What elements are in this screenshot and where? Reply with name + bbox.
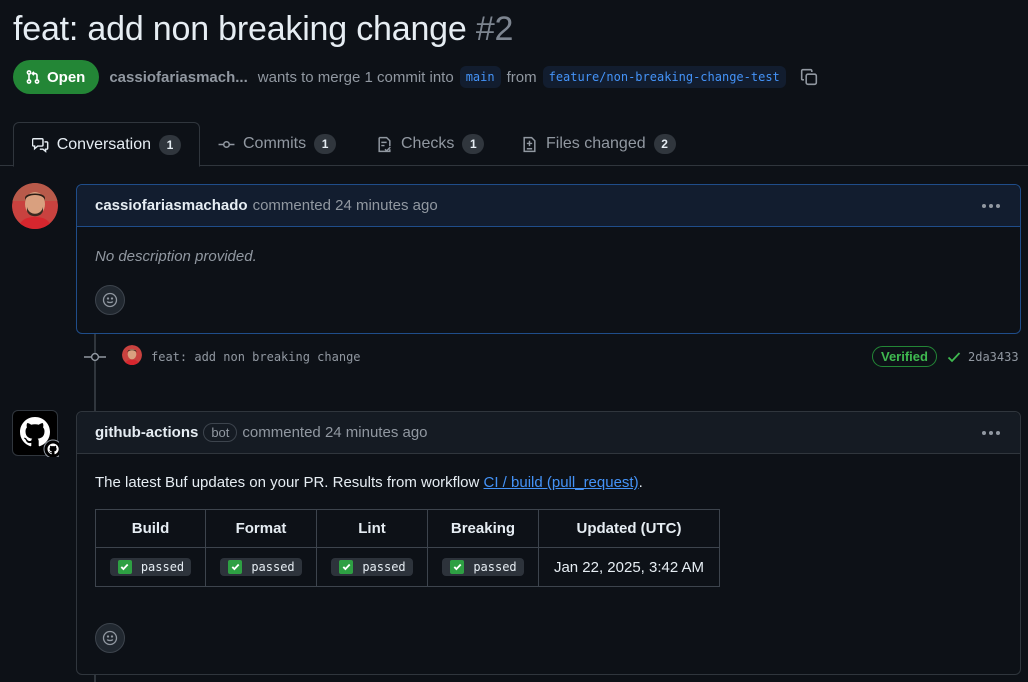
pr-tabs: Conversation 1 Commits 1 Checks 1 Files … (0, 122, 1028, 167)
table-cell: passed (95, 547, 206, 587)
table-header: Build (95, 509, 206, 548)
copy-icon[interactable] (800, 68, 818, 86)
add-reaction-button[interactable] (95, 623, 125, 653)
status-chip: passed (109, 557, 192, 576)
comment-header: github-actions bot commented 24 minutes … (77, 412, 1020, 454)
check-icon[interactable] (946, 349, 962, 365)
comment-meta[interactable]: commented 24 minutes ago (253, 197, 438, 214)
tab-commits[interactable]: Commits 1 (200, 122, 354, 166)
updated-cell: Jan 22, 2025, 3:42 AM (538, 547, 720, 587)
table-cell: passed (205, 547, 317, 587)
table-cell: passed (316, 547, 428, 587)
comment-body-text: The latest Buf updates on your PR. Resul… (95, 474, 1002, 491)
comment-discussion-icon (32, 138, 49, 153)
bot-label: bot (203, 423, 238, 442)
table-cell: passed (427, 547, 539, 587)
table-header: Format (205, 509, 317, 548)
status-text: passed (362, 559, 406, 574)
tab-conversation[interactable]: Conversation 1 (13, 122, 200, 167)
status-text: passed (473, 559, 517, 574)
pr-title: feat: add non breaking change #2 (13, 10, 513, 49)
smiley-icon (102, 630, 118, 646)
workflow-link[interactable]: CI / build (pull_request) (484, 474, 639, 491)
merge-text: wants to merge 1 commit into (257, 68, 454, 86)
commit-event: feat: add non breaking change Verified 2… (84, 343, 1024, 371)
comment-header: cassiofariasmachado commented 24 minutes… (77, 185, 1020, 227)
git-commit-icon (84, 352, 106, 362)
verified-badge[interactable]: Verified (872, 346, 937, 367)
table-row: passed passed passed passed Jan 22, 2025… (95, 547, 720, 587)
tab-counter: 1 (314, 134, 337, 154)
comment-body-text: No description provided. (95, 248, 257, 265)
table-header: Lint (316, 509, 428, 548)
status-chip: passed (220, 557, 302, 576)
pr-meta: Open cassiofariasmach... wants to merge … (13, 60, 818, 94)
kebab-horizontal-icon[interactable] (980, 425, 1002, 441)
commit-author-avatar[interactable] (122, 345, 142, 365)
pr-number: #2 (475, 10, 514, 48)
buf-results-table: Build Format Lint Breaking Updated (UTC)… (95, 509, 720, 587)
kebab-horizontal-icon[interactable] (980, 198, 1002, 214)
table-header: Breaking (427, 509, 539, 548)
body-end: . (638, 474, 643, 491)
avatar[interactable] (12, 183, 58, 229)
state-badge: Open (13, 60, 100, 94)
tab-label: Conversation (56, 135, 151, 153)
body-intro: The latest Buf updates on your PR. Resul… (95, 474, 480, 491)
comment-author[interactable]: cassiofariasmachado (95, 197, 248, 214)
tab-counter: 1 (462, 134, 485, 154)
base-branch[interactable]: main (459, 66, 501, 88)
check-box-icon (450, 559, 465, 574)
status-chip: passed (331, 557, 413, 576)
check-box-icon (228, 559, 243, 574)
comment-card: github-actions bot commented 24 minutes … (76, 411, 1021, 675)
check-box-icon (117, 559, 132, 574)
pr-author-link[interactable]: cassiofariasmach... (109, 69, 247, 86)
comment-meta[interactable]: commented 24 minutes ago (242, 424, 427, 441)
smiley-icon (102, 292, 118, 308)
tab-label: Checks (401, 135, 455, 152)
pr-title-text: feat: add non breaking change (13, 10, 467, 48)
commit-sha-link[interactable]: 2da3433 (968, 350, 1019, 364)
status-text: passed (251, 559, 295, 574)
tab-checks[interactable]: Checks 1 (358, 122, 502, 166)
tab-files-changed[interactable]: Files changed 2 (503, 122, 694, 166)
git-commit-icon (218, 140, 235, 148)
checklist-icon (378, 136, 391, 152)
tab-label: Commits (243, 135, 307, 152)
from-text: from (506, 68, 537, 86)
table-header: Updated (UTC) (538, 509, 720, 548)
status-chip: passed (442, 557, 524, 576)
add-reaction-button[interactable] (95, 285, 125, 315)
comment-card: cassiofariasmachado commented 24 minutes… (76, 184, 1021, 334)
git-pull-request-icon (26, 70, 40, 84)
file-diff-icon (523, 136, 536, 152)
tab-counter: 1 (159, 134, 181, 155)
tab-counter: 2 (653, 134, 676, 154)
head-branch[interactable]: feature/non-breaking-change-test (542, 66, 786, 88)
check-box-icon (339, 559, 354, 574)
state-label: Open (47, 68, 86, 86)
tab-label: Files changed (546, 135, 646, 152)
bot-avatar[interactable] (12, 410, 63, 459)
status-text: passed (140, 559, 185, 574)
commit-message-link[interactable]: feat: add non breaking change (151, 350, 361, 364)
comment-author[interactable]: github-actions (95, 424, 198, 441)
